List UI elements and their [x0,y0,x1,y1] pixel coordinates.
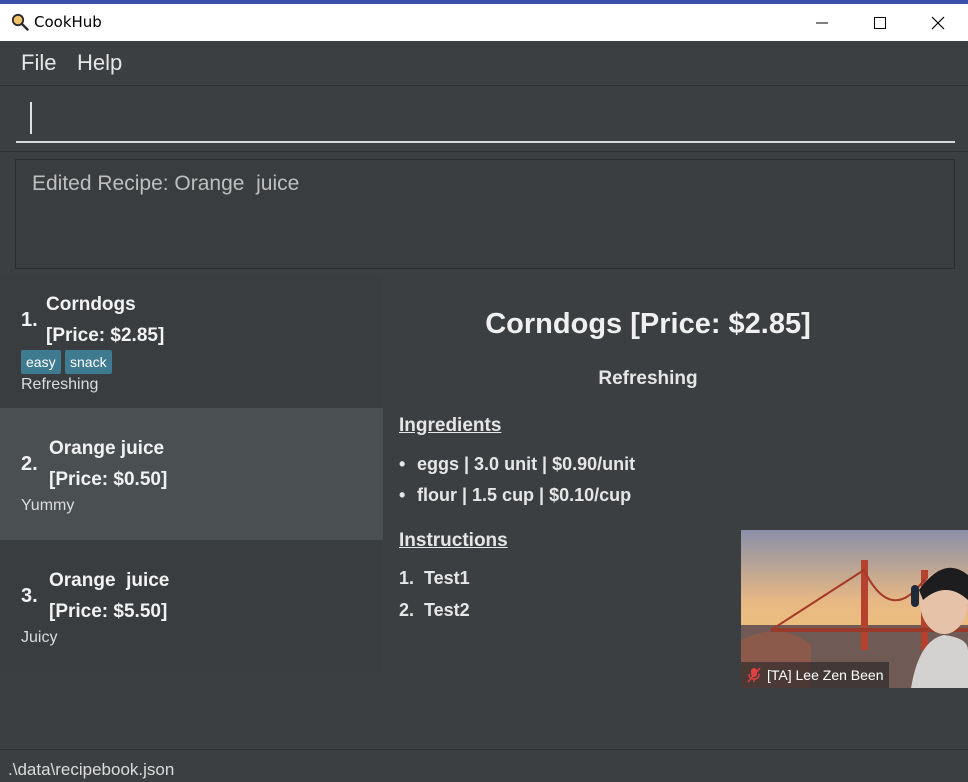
result-message: Edited Recipe: Orange juice [32,172,300,195]
participant-name: [TA] Lee Zen Been [767,667,884,683]
instruction-number: 2. [399,600,415,620]
recipe-index: 1. [21,309,38,331]
result-display-panel: Edited Recipe: Orange juice [0,151,968,276]
recipe-description: Juicy [21,629,58,646]
ingredient-text: eggs | 3.0 unit | $0.90/unit [417,454,636,474]
maximize-button[interactable] [851,4,909,41]
menu-help[interactable]: Help [77,50,122,76]
recipe-card[interactable]: 1. Corndogs [Price: $2.85] easy snack Re… [0,276,383,408]
recipe-name: Orange juice [49,570,170,591]
ingredient-item: • eggs | 3.0 unit | $0.90/unit [399,454,635,475]
save-location: .\data\recipebook.json [8,760,175,779]
recipe-name: Orange juice [49,438,165,459]
window-title: CookHub [34,13,102,31]
recipe-index: 3. [21,585,38,607]
instruction-item: 2. Test2 [399,600,470,621]
instruction-text: Test1 [424,568,470,588]
recipe-price: [Price: $0.50] [49,469,168,490]
instructions-heading: Instructions [399,530,508,551]
recipe-price: [Price: $5.50] [49,601,168,622]
recipe-name: Corndogs [46,294,136,315]
instruction-number: 1. [399,568,415,588]
video-call-overlay[interactable]: [TA] Lee Zen Been [741,530,968,688]
recipe-tag: snack [65,350,112,374]
instruction-text: Test2 [424,600,470,620]
menu-file[interactable]: File [21,50,56,76]
command-box[interactable] [0,86,968,150]
text-caret [30,102,32,134]
close-icon [931,16,945,29]
status-bar: .\data\recipebook.json [0,749,968,782]
result-display: Edited Recipe: Orange juice [15,159,955,269]
detail-description: Refreshing [598,368,698,389]
recipe-description: Refreshing [21,376,99,393]
recipe-description: Yummy [21,497,75,514]
minimize-icon [816,22,828,23]
recipe-card[interactable]: 3. Orange juice [Price: $5.50] Juicy [0,540,383,672]
recipe-card-selected[interactable]: 2. Orange juice [Price: $0.50] Yummy [0,408,383,540]
app-magnifier-icon [11,13,29,31]
command-underline [16,141,955,143]
detail-title: Corndogs [Price: $2.85] [485,308,811,340]
ingredients-heading: Ingredients [399,415,502,436]
bullet-icon: • [399,454,406,474]
bullet-icon: • [399,485,406,505]
mic-muted-icon [747,667,761,683]
ingredient-item: • flour | 1.5 cup | $0.10/cup [399,485,631,506]
maximize-icon [874,16,886,29]
menu-bar: File Help [0,41,968,86]
ingredient-text: flour | 1.5 cup | $0.10/cup [417,485,632,505]
recipe-index: 2. [21,453,38,475]
recipe-list[interactable]: 1. Corndogs [Price: $2.85] easy snack Re… [0,276,383,672]
participant-label: [TA] Lee Zen Been [741,662,890,688]
recipe-tag: easy [21,350,61,374]
close-button[interactable] [909,4,967,41]
minimize-button[interactable] [793,4,851,41]
instruction-item: 1. Test1 [399,568,470,589]
recipe-price: [Price: $2.85] [46,325,165,346]
title-bar: CookHub [0,4,968,41]
